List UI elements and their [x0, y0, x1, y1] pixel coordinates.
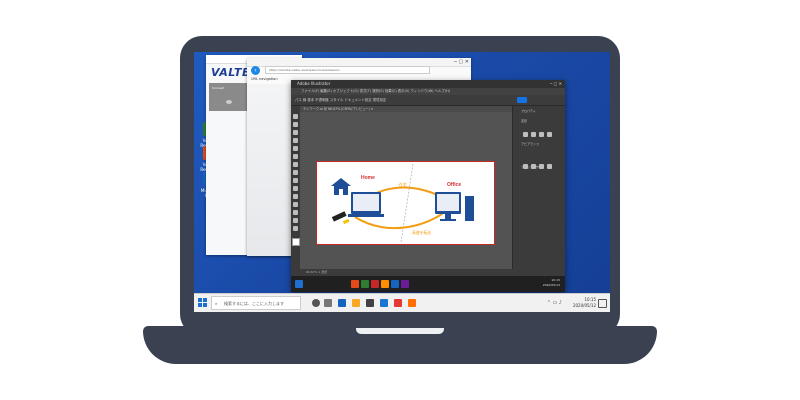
hand-tool-icon[interactable]	[293, 218, 298, 223]
panel-section-transform[interactable]: 変形	[513, 116, 565, 126]
properties-panel[interactable]: プロパティ 変形 アピアランス クイック操作	[512, 106, 565, 276]
transform-icon[interactable]	[523, 164, 528, 169]
app-icon[interactable]	[371, 280, 379, 288]
fill-color-swatch[interactable]	[292, 238, 300, 246]
transform-icon[interactable]	[539, 164, 544, 169]
control-bar[interactable]: パス 線 基本 不透明度 スタイル ドキュメント設定 環境設定	[291, 95, 565, 106]
home-laptop-icon	[348, 192, 384, 217]
rectangle-tool-icon[interactable]	[293, 154, 298, 159]
artboard[interactable]: Home Office 在宅 高速を転送	[316, 161, 495, 245]
connect-dropdown[interactable]: Connect	[212, 86, 224, 90]
cortana-icon[interactable]	[312, 299, 320, 307]
pencil-tool-icon[interactable]	[293, 170, 298, 175]
tab-title: URL navigation	[251, 77, 278, 81]
app-icon[interactable]	[351, 280, 359, 288]
align-icon[interactable]	[547, 132, 552, 137]
illustrator-icon[interactable]	[408, 299, 416, 307]
rotate-tool-icon[interactable]	[293, 186, 298, 191]
search-icon: ⌕	[215, 301, 218, 306]
scale-tool-icon[interactable]	[293, 194, 298, 199]
status-bar: 66.67% 1 選択	[300, 269, 513, 276]
task-view-icon[interactable]	[324, 299, 332, 307]
taskbar-search-box[interactable]: ⌕ 検索するには、ここに入力します	[211, 296, 301, 310]
app-icon[interactable]	[394, 299, 402, 307]
back-icon[interactable]: ‹	[251, 66, 260, 75]
gradient-tool-icon[interactable]	[293, 202, 298, 207]
app-icon[interactable]	[401, 280, 409, 288]
notification-icon[interactable]	[598, 299, 607, 308]
inner-taskbar: 10:15 2020/05/12	[291, 276, 565, 292]
menu-items[interactable]: ファイル(F) 編集(E) オブジェクト(O) 書式(T) 選択(S) 効果(C…	[301, 89, 450, 93]
pen-tool-icon[interactable]	[293, 130, 298, 135]
transform-icon[interactable]	[531, 164, 536, 169]
gear-icon[interactable]	[226, 100, 232, 104]
home-icon	[331, 178, 351, 195]
browser-tab[interactable]: URL navigation	[251, 77, 278, 81]
windows-taskbar: ⌕ 検索するには、ここに入力します ⌃ ▭ ♪ 10:15 2020/05/12	[194, 293, 610, 312]
panel-section-properties[interactable]: プロパティ	[513, 106, 565, 116]
eyedropper-tool-icon[interactable]	[293, 210, 298, 215]
control-bar-text: パス 線 基本 不透明度 スタイル ドキュメント設定 環境設定	[295, 98, 387, 102]
type-tool-icon[interactable]	[293, 138, 298, 143]
align-icon[interactable]	[531, 132, 536, 137]
transform-icon[interactable]	[547, 164, 552, 169]
document-tab-label: テレワーク.ai @ 66.67% (CMYK/プレビュー) ×	[303, 107, 374, 111]
path-label-bottom: 高速を転送	[412, 230, 431, 235]
window-controls[interactable]: ─ ▢ ✕	[550, 80, 562, 88]
address-bar[interactable]: https://remote.valtec.example/connect/se…	[265, 66, 430, 74]
office-monitor-icon	[435, 192, 474, 221]
address-text: https://remote.valtec.example/connect/se…	[269, 68, 340, 72]
selection-tool-icon[interactable]	[293, 114, 298, 119]
status-text: 66.67% 1 選択	[306, 270, 328, 274]
search-placeholder: 検索するには、ここに入力します	[224, 301, 284, 306]
store-icon[interactable]	[366, 299, 374, 307]
app-icon[interactable]	[391, 280, 399, 288]
share-button[interactable]	[517, 97, 527, 103]
inner-date: 2020/05/12	[542, 283, 560, 287]
app-title: Adobe Illustrator	[297, 81, 331, 86]
app-icon[interactable]	[381, 280, 389, 288]
inner-clock: 10:15 2020/05/12	[543, 278, 560, 288]
laptop-notch	[356, 328, 444, 334]
zoom-tool-icon[interactable]	[293, 226, 298, 231]
illustrator-titlebar: Adobe Illustrator ─ ▢ ✕	[291, 80, 565, 88]
home-label: Home	[361, 175, 375, 181]
eraser-tool-icon[interactable]	[293, 178, 298, 183]
windows-start-icon[interactable]	[198, 298, 208, 308]
taskbar-date: 2020/05/12	[572, 303, 596, 308]
usb-key-icon	[331, 211, 350, 225]
illustrator-window: Adobe Illustrator ─ ▢ ✕ ファイル(F) 編集(E) オブ…	[291, 80, 565, 292]
office-label: Office	[447, 182, 461, 188]
menu-bar[interactable]: ファイル(F) 編集(E) オブジェクト(O) 書式(T) 選択(S) 効果(C…	[291, 88, 565, 95]
direct-selection-tool-icon[interactable]	[293, 122, 298, 127]
mail-icon[interactable]	[380, 299, 388, 307]
laptop-screen: VALTEC Remote 1 ✕ VALTEC Remote 2 e Micr…	[194, 52, 610, 312]
edge-icon[interactable]	[338, 299, 346, 307]
system-tray-icons[interactable]: ⌃ ▭ ♪	[547, 300, 562, 306]
start-icon[interactable]	[295, 280, 303, 288]
window-controls[interactable]: ─ ▢ ✕	[454, 58, 469, 66]
path-label-top: 在宅	[399, 182, 407, 187]
clock[interactable]: 10:15 2020/05/12	[573, 297, 596, 309]
valtec-side-panel: Connect	[209, 83, 251, 111]
app-icon[interactable]	[361, 280, 369, 288]
panel-section-appearance[interactable]: アピアランス	[513, 126, 565, 149]
folder-icon[interactable]	[352, 299, 360, 307]
brush-tool-icon[interactable]	[293, 162, 298, 167]
artboard-illustration: Home Office 在宅 高速を転送	[331, 163, 474, 243]
tools-panel[interactable]	[291, 106, 300, 276]
align-icon[interactable]	[523, 132, 528, 137]
line-tool-icon[interactable]	[293, 146, 298, 151]
document-tab[interactable]: テレワーク.ai @ 66.67% (CMYK/プレビュー) ×	[300, 106, 513, 112]
align-icon[interactable]	[539, 132, 544, 137]
